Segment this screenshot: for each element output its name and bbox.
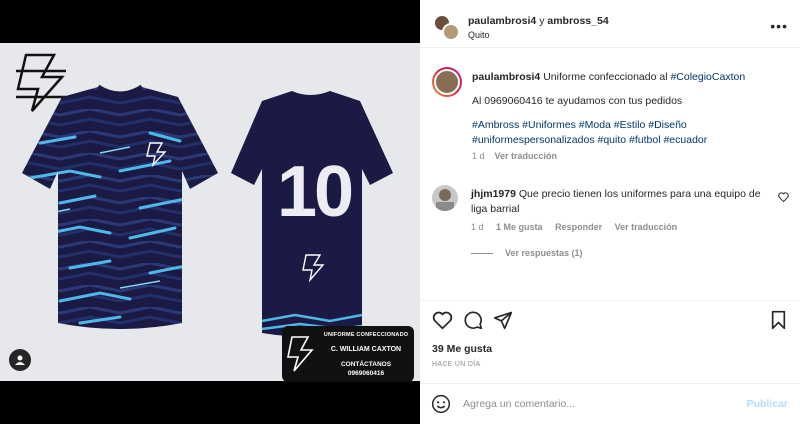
caption: paulambrosi4 Uniforme confeccionado al #… <box>472 70 790 164</box>
add-comment-bar: Agrega un comentario... Publicar <box>420 383 800 424</box>
hashtags-line-1[interactable]: #Ambross #Uniformes #Moda #Estilo #Diseñ… <box>472 118 790 133</box>
publish-button[interactable]: Publicar <box>747 398 788 410</box>
bookmark-icon[interactable] <box>770 310 787 330</box>
avatar[interactable] <box>432 67 462 97</box>
comment-user[interactable]: jhjm1979 <box>471 188 516 200</box>
post-authors: paulambrosi4 y ambross_54 <box>468 15 609 27</box>
caption-translate-link[interactable]: Ver traducción <box>495 151 558 161</box>
emoji-icon[interactable] <box>431 394 451 414</box>
hashtags-line-2[interactable]: #uniformespersonalizados #quito #futbol … <box>472 133 790 148</box>
card-line-4: 0969060416 <box>347 370 385 377</box>
comment-likes[interactable]: 1 Me gusta <box>496 222 543 232</box>
card-line-1: UNIFORME CONFECCIONADO <box>323 332 409 338</box>
contact-card: UNIFORME CONFECCIONADO C. WILLIAM CAXTON… <box>282 326 414 382</box>
user-tag-icon[interactable] <box>9 349 31 371</box>
post-header: paulambrosi4 y ambross_54 Quito ••• <box>420 0 800 48</box>
comment-translate-link[interactable]: Ver traducción <box>615 222 678 232</box>
post-modal: 10 UNIFORME CONFECCIONADO C. WILLIAM CAX… <box>0 0 800 424</box>
card-logo <box>287 336 314 372</box>
reply-button[interactable]: Responder <box>555 222 602 232</box>
author-link-2[interactable]: ambross_54 <box>547 15 608 27</box>
caption-text: Uniforme confeccionado al <box>543 71 668 83</box>
action-bar <box>420 300 800 340</box>
caption-user[interactable]: paulambrosi4 <box>472 71 540 83</box>
jersey-number: 10 <box>276 152 354 232</box>
more-icon[interactable]: ••• <box>770 18 788 34</box>
avatar[interactable] <box>432 185 458 211</box>
heart-icon[interactable] <box>432 310 453 330</box>
caption-line-2: Al 0969060416 te ayudamos con tus pedido… <box>472 95 683 107</box>
comment-meta: 1 d 1 Me gusta Responder Ver traducción <box>471 222 687 232</box>
comment-input[interactable]: Agrega un comentario... <box>463 398 575 410</box>
likes-count[interactable]: 39 Me gusta <box>432 343 492 355</box>
avatar[interactable] <box>442 23 460 41</box>
view-replies-button[interactable]: Ver respuestas (1) <box>471 248 583 258</box>
heart-icon[interactable] <box>778 192 789 202</box>
post-media[interactable]: 10 UNIFORME CONFECCIONADO C. WILLIAM CAX… <box>0 0 420 424</box>
comment-icon[interactable] <box>463 310 483 330</box>
collab-avatars[interactable] <box>433 14 460 41</box>
mention-link[interactable]: #ColegioCaxton <box>670 71 745 83</box>
brand-logo <box>16 53 66 112</box>
author-link-1[interactable]: paulambrosi4 <box>468 15 536 27</box>
caption-time: 1 d <box>472 151 485 161</box>
comment-time: 1 d <box>471 222 484 232</box>
card-line-3: CONTÁCTANOS <box>340 361 392 368</box>
post-time: HACE UN DÍA <box>432 361 481 368</box>
location-link[interactable]: Quito <box>468 30 490 40</box>
share-icon[interactable] <box>493 310 513 330</box>
post-panel: paulambrosi4 y ambross_54 Quito ••• paul… <box>420 0 800 424</box>
comment: jhjm1979 Que precio tienen los uniformes… <box>471 187 771 217</box>
card-line-2: C. WILLIAM CAXTON <box>330 346 402 353</box>
